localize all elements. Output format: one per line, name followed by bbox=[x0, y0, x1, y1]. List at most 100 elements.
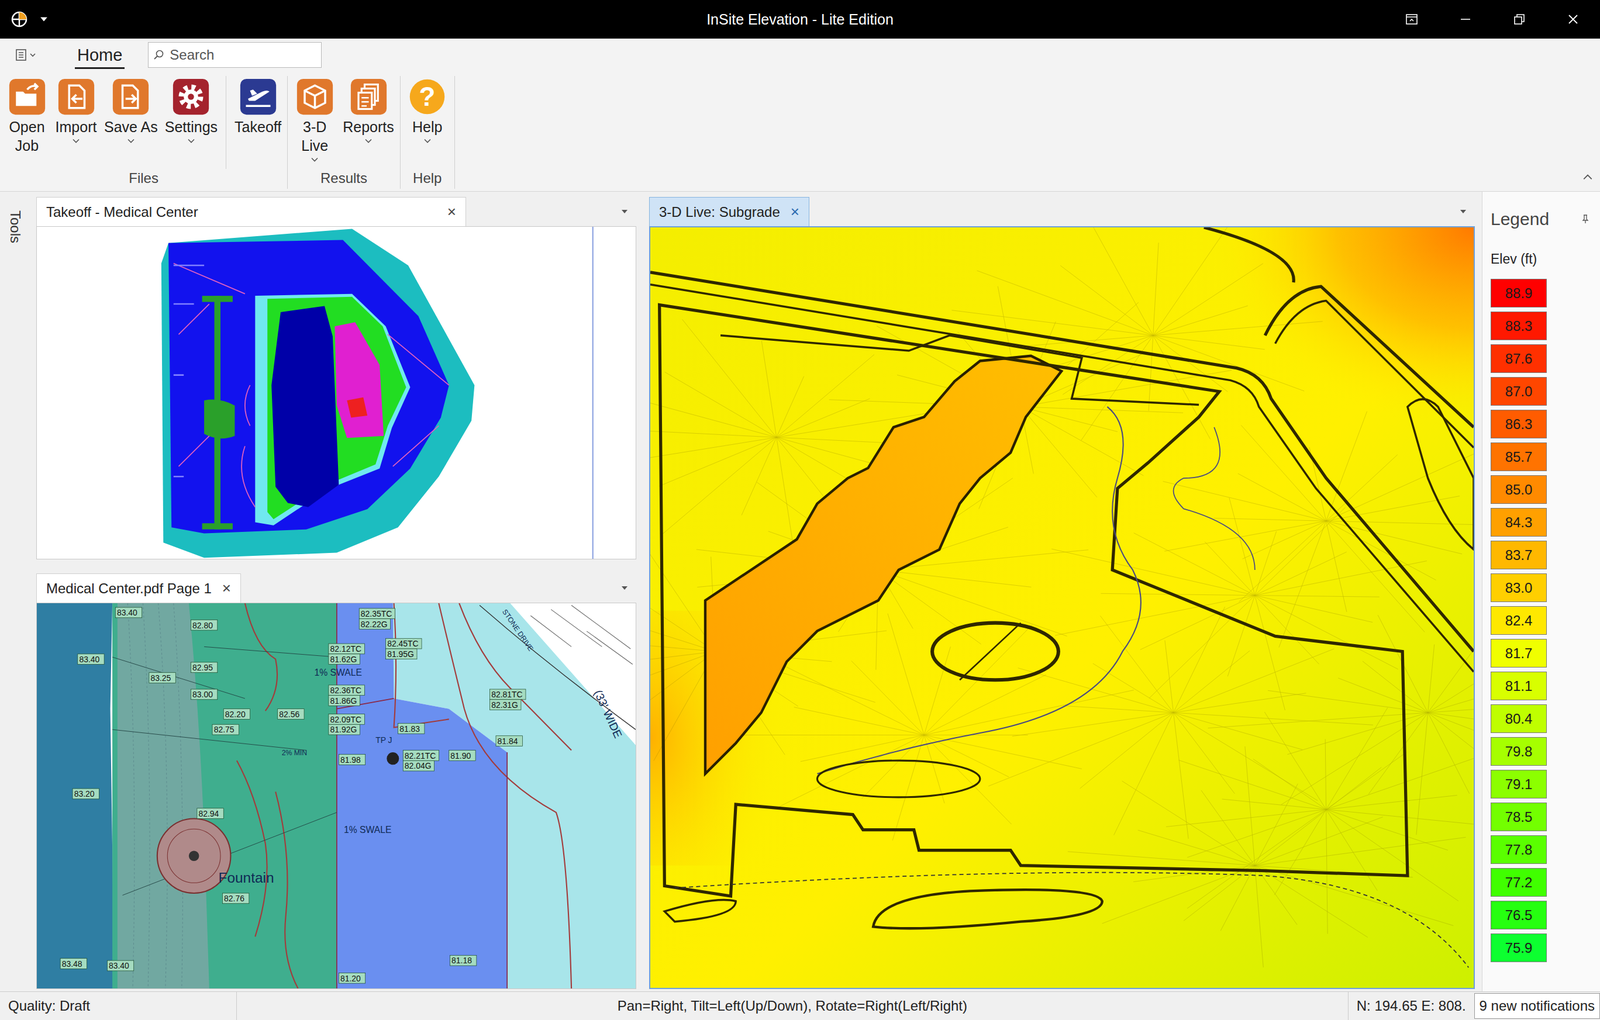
mesh-line bbox=[1173, 712, 1236, 795]
mesh-line bbox=[761, 340, 777, 438]
mesh-line bbox=[923, 674, 1047, 736]
search-field[interactable]: Search bbox=[147, 42, 322, 68]
close-button[interactable] bbox=[1546, 0, 1600, 39]
window-title: InSite Elevation - Lite Edition bbox=[706, 11, 894, 29]
reports-icon bbox=[350, 78, 388, 116]
ribbon-button[interactable]: Reports bbox=[339, 76, 398, 147]
takeoff-map[interactable] bbox=[36, 226, 636, 560]
minimize-icon bbox=[1459, 12, 1472, 26]
ribbon-options-button[interactable] bbox=[1384, 0, 1439, 39]
ribbon-button[interactable]: ?Help bbox=[402, 76, 453, 147]
ribbon-tab[interactable]: Home bbox=[74, 40, 125, 70]
mesh-line bbox=[776, 376, 805, 439]
svg-text:81.90: 81.90 bbox=[450, 751, 471, 761]
panel-menu-icon[interactable] bbox=[621, 209, 629, 215]
mesh-line bbox=[878, 570, 1032, 588]
legend-swatch: 85.0 bbox=[1490, 475, 1547, 505]
mesh-line bbox=[1238, 473, 1327, 522]
ribbon-button[interactable]: Import bbox=[51, 76, 101, 147]
takeoff-paving bbox=[168, 240, 450, 534]
panel-menu-icon[interactable] bbox=[621, 585, 629, 591]
tab-close-button[interactable]: × bbox=[790, 202, 800, 222]
restore-icon bbox=[1512, 12, 1526, 26]
plan-label: 2% MIN bbox=[281, 749, 308, 758]
mesh-line bbox=[1220, 866, 1255, 932]
mesh-line bbox=[1428, 660, 1474, 713]
legend-swatch: 87.6 bbox=[1490, 344, 1547, 374]
svg-text:82.80: 82.80 bbox=[192, 620, 213, 630]
mesh-line bbox=[664, 371, 777, 438]
title-bar: InSite Elevation - Lite Edition bbox=[0, 0, 1600, 39]
svg-text:81.18: 81.18 bbox=[451, 956, 472, 966]
svg-text:82.04G: 82.04G bbox=[404, 761, 432, 771]
pdf-panel: Medical Center.pdf Page 1× 83.40 82.80 83.4… bbox=[36, 573, 637, 990]
plan-label: 82.75 bbox=[212, 724, 239, 736]
mesh-line bbox=[1153, 335, 1305, 392]
legend-swatch: 77.2 bbox=[1490, 868, 1547, 898]
mesh-line bbox=[1153, 242, 1159, 336]
panel-tab[interactable]: Takeoff - Medical Center× bbox=[36, 197, 467, 227]
legend-swatch: 88.3 bbox=[1490, 311, 1547, 341]
mesh-line bbox=[1173, 693, 1307, 713]
pdf-plan[interactable]: 83.4082.8083.4083.2582.9583.0082.2082.56… bbox=[36, 603, 636, 989]
svg-text:1% SWALE: 1% SWALE bbox=[343, 825, 392, 836]
panel-menu-icon[interactable] bbox=[1459, 209, 1467, 215]
ribbon-button[interactable]: OpenJob bbox=[2, 76, 52, 158]
mesh-line bbox=[1254, 595, 1320, 665]
legend-swatch: 81.7 bbox=[1490, 639, 1547, 668]
file-menu-icon[interactable] bbox=[15, 47, 39, 62]
mesh-line bbox=[1254, 866, 1298, 926]
svg-text:83.40: 83.40 bbox=[116, 608, 138, 618]
plan-label: 82.31G bbox=[490, 700, 522, 711]
ribbon-button[interactable]: Settings bbox=[161, 76, 222, 147]
legend-swatch: 83.7 bbox=[1490, 540, 1547, 570]
restore-button[interactable] bbox=[1492, 0, 1547, 39]
legend-swatch: 86.3 bbox=[1490, 409, 1547, 439]
notifications-badge[interactable]: 9 new notifications bbox=[1474, 993, 1600, 1020]
ribbon-button[interactable]: 3-DLive bbox=[290, 76, 340, 165]
mesh-line bbox=[741, 437, 777, 516]
mesh-line bbox=[1287, 712, 1428, 755]
tools-strip[interactable]: Tools bbox=[0, 191, 31, 992]
plan-label: 83.40 bbox=[77, 654, 105, 665]
dropdown-chevron-icon bbox=[310, 157, 319, 163]
mesh-line bbox=[1254, 817, 1384, 867]
mesh-line bbox=[851, 661, 924, 736]
panel-tab[interactable]: Medical Center.pdf Page 1× bbox=[36, 573, 241, 603]
mesh-line bbox=[1021, 407, 1144, 477]
mesh-line bbox=[1428, 712, 1474, 808]
panel-tab[interactable]: 3-D Live: Subgrade× bbox=[649, 197, 810, 227]
tab-close-button[interactable]: × bbox=[447, 202, 457, 222]
app-logo-icon[interactable] bbox=[10, 10, 29, 29]
ribbon-button[interactable]: Save As bbox=[100, 76, 162, 147]
svg-text:82.45TC: 82.45TC bbox=[387, 639, 419, 649]
legend-swatch: 78.5 bbox=[1490, 802, 1547, 832]
mesh-line bbox=[1173, 649, 1335, 713]
mesh-line bbox=[1213, 518, 1326, 522]
pin-icon[interactable] bbox=[1581, 214, 1590, 224]
ribbon-button[interactable]: Takeoff bbox=[230, 76, 285, 139]
close-icon bbox=[1566, 12, 1580, 26]
tab-close-button[interactable]: × bbox=[222, 579, 231, 598]
minimize-button[interactable] bbox=[1438, 0, 1493, 39]
legend-swatch: 76.5 bbox=[1490, 901, 1547, 930]
group-label: Results bbox=[290, 169, 398, 189]
legend-swatch: 79.1 bbox=[1490, 770, 1547, 799]
mesh-line bbox=[794, 707, 924, 736]
plan-label: 83.00 bbox=[190, 689, 217, 700]
mesh-line bbox=[1100, 615, 1174, 713]
mesh-line bbox=[650, 430, 777, 439]
collapse-ribbon-icon[interactable] bbox=[1582, 173, 1593, 181]
mesh-line bbox=[1428, 712, 1470, 795]
mesh-line bbox=[1428, 663, 1474, 713]
svg-text:82.20: 82.20 bbox=[225, 709, 246, 720]
mesh-line bbox=[1254, 837, 1467, 866]
mesh-line bbox=[800, 735, 924, 762]
plan-label: 1% SWALE bbox=[314, 667, 362, 678]
subgrade-3d-view[interactable] bbox=[650, 227, 1474, 989]
mesh-line bbox=[1428, 644, 1435, 713]
plan-label: 82.09TC bbox=[328, 714, 365, 726]
quick-access-caret-icon[interactable] bbox=[39, 16, 48, 23]
quality-status: Quality: Draft bbox=[0, 992, 237, 1020]
svg-text:82.21TC: 82.21TC bbox=[404, 751, 436, 761]
